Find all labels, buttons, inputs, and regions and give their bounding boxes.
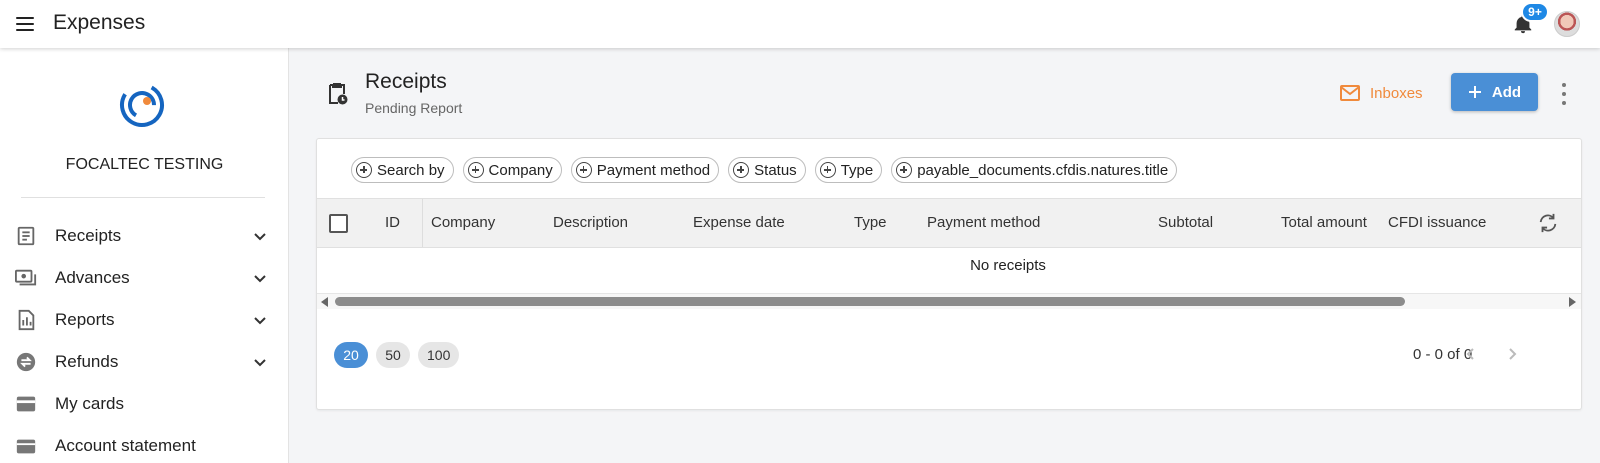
filter-chip-company[interactable]: Company <box>462 157 562 183</box>
column-header-type[interactable]: Type <box>854 214 887 231</box>
receipts-table-card: Search by Company Payment method Status … <box>316 138 1582 410</box>
chip-label: Type <box>840 161 874 179</box>
filter-chip-search-by[interactable]: Search by <box>351 157 454 183</box>
mail-icon <box>1340 85 1360 101</box>
column-header-total-amount[interactable]: Total amount <box>1281 214 1367 231</box>
report-icon <box>18 309 35 331</box>
sidebar-item-account-statement[interactable]: Account statement <box>0 426 289 463</box>
add-circle-icon <box>467 162 484 178</box>
sidebar-item-advances[interactable]: Advances <box>0 258 289 298</box>
page-subtitle: Pending Report <box>365 100 463 116</box>
column-header-company[interactable]: Company <box>431 214 495 231</box>
add-label: Add <box>1491 83 1522 101</box>
refresh-icon[interactable] <box>1537 212 1559 234</box>
page-title: Receipts <box>365 70 447 93</box>
sidebar-item-label: Receipts <box>55 226 122 245</box>
column-header-id[interactable]: ID <box>385 214 400 231</box>
column-header-cfdi-issuance[interactable]: CFDI issuance <box>1388 214 1486 231</box>
chevron-left-icon[interactable] <box>1464 347 1478 361</box>
avatar[interactable] <box>1554 11 1580 37</box>
horizontal-scrollbar[interactable] <box>317 293 1581 309</box>
notification-badge: 9+ <box>1521 2 1549 22</box>
sidebar-item-label: Advances <box>55 268 130 287</box>
select-all-checkbox[interactable] <box>329 214 348 233</box>
refund-icon <box>16 352 36 372</box>
inboxes-button[interactable]: Inboxes <box>1340 78 1423 108</box>
sidebar-divider <box>21 197 265 198</box>
receipt-icon <box>17 226 35 246</box>
sidebar-item-label: My cards <box>55 394 124 413</box>
inboxes-label: Inboxes <box>1370 84 1423 102</box>
column-header-expense-date[interactable]: Expense date <box>693 214 785 231</box>
chip-label: Search by <box>377 161 445 179</box>
company-logo <box>120 83 164 127</box>
add-circle-icon <box>733 162 750 178</box>
chevron-right-icon[interactable] <box>1505 347 1519 361</box>
filter-chip-type[interactable]: Type <box>814 157 883 183</box>
sidebar-item-my-cards[interactable]: My cards <box>0 384 289 424</box>
hamburger-menu-icon[interactable] <box>16 13 38 35</box>
wallet-icon <box>16 439 36 454</box>
more-options-icon[interactable] <box>1560 83 1568 105</box>
chip-label: Company <box>488 161 553 179</box>
chip-label: payable_documents.cfdis.natures.title <box>917 161 1169 179</box>
column-header-description[interactable]: Description <box>553 214 628 231</box>
filter-chip-payment-method[interactable]: Payment method <box>570 157 720 183</box>
column-divider <box>422 199 423 247</box>
page-size-20[interactable]: 20 <box>334 342 368 368</box>
sidebar-item-label: Reports <box>55 310 115 329</box>
page-size-selector: 20 50 100 <box>334 342 460 368</box>
chevron-down-icon[interactable] <box>252 312 268 328</box>
empty-state-message: No receipts <box>970 257 1046 274</box>
add-circle-icon <box>819 162 836 178</box>
sidebar-item-label: Account statement <box>55 436 196 455</box>
money-icon <box>14 269 37 286</box>
sidebar-item-refunds[interactable]: Refunds <box>0 342 289 382</box>
plus-icon <box>1468 86 1481 98</box>
chip-label: Payment method <box>596 161 711 179</box>
column-header-payment-method[interactable]: Payment method <box>927 214 1040 231</box>
app-title: Expenses <box>53 11 146 34</box>
chevron-down-icon[interactable] <box>252 228 268 244</box>
card-icon <box>16 396 36 412</box>
filter-chip-status[interactable]: Status <box>728 157 806 183</box>
scroll-left-icon[interactable] <box>321 297 328 307</box>
add-circle-icon <box>356 162 372 178</box>
add-circle-icon <box>896 162 913 178</box>
sidebar-item-receipts[interactable]: Receipts <box>0 216 289 256</box>
chevron-down-icon[interactable] <box>252 354 268 370</box>
sidebar: FOCALTEC TESTING Receipts Advances Repor… <box>0 48 289 463</box>
chip-label: Status <box>754 161 797 179</box>
page-size-50[interactable]: 50 <box>376 342 410 368</box>
column-header-subtotal[interactable]: Subtotal <box>1158 214 1213 231</box>
table-header: ID Company Description Expense date Type… <box>317 198 1581 248</box>
add-circle-icon <box>575 162 592 178</box>
company-name: FOCALTEC TESTING <box>65 156 224 173</box>
clipboard-clock-icon <box>329 83 348 105</box>
scrollbar-thumb[interactable] <box>335 297 1405 306</box>
add-button[interactable]: Add <box>1451 73 1538 111</box>
scroll-right-icon[interactable] <box>1569 297 1576 307</box>
chevron-down-icon[interactable] <box>252 270 268 286</box>
filter-chip-nature[interactable]: payable_documents.cfdis.natures.title <box>891 157 1178 183</box>
top-bar: Expenses 9+ <box>0 0 1600 48</box>
sidebar-item-reports[interactable]: Reports <box>0 300 289 340</box>
sidebar-item-label: Refunds <box>55 352 119 371</box>
page-size-100[interactable]: 100 <box>418 342 460 368</box>
filter-chips: Search by Company Payment method Status … <box>351 157 1178 183</box>
